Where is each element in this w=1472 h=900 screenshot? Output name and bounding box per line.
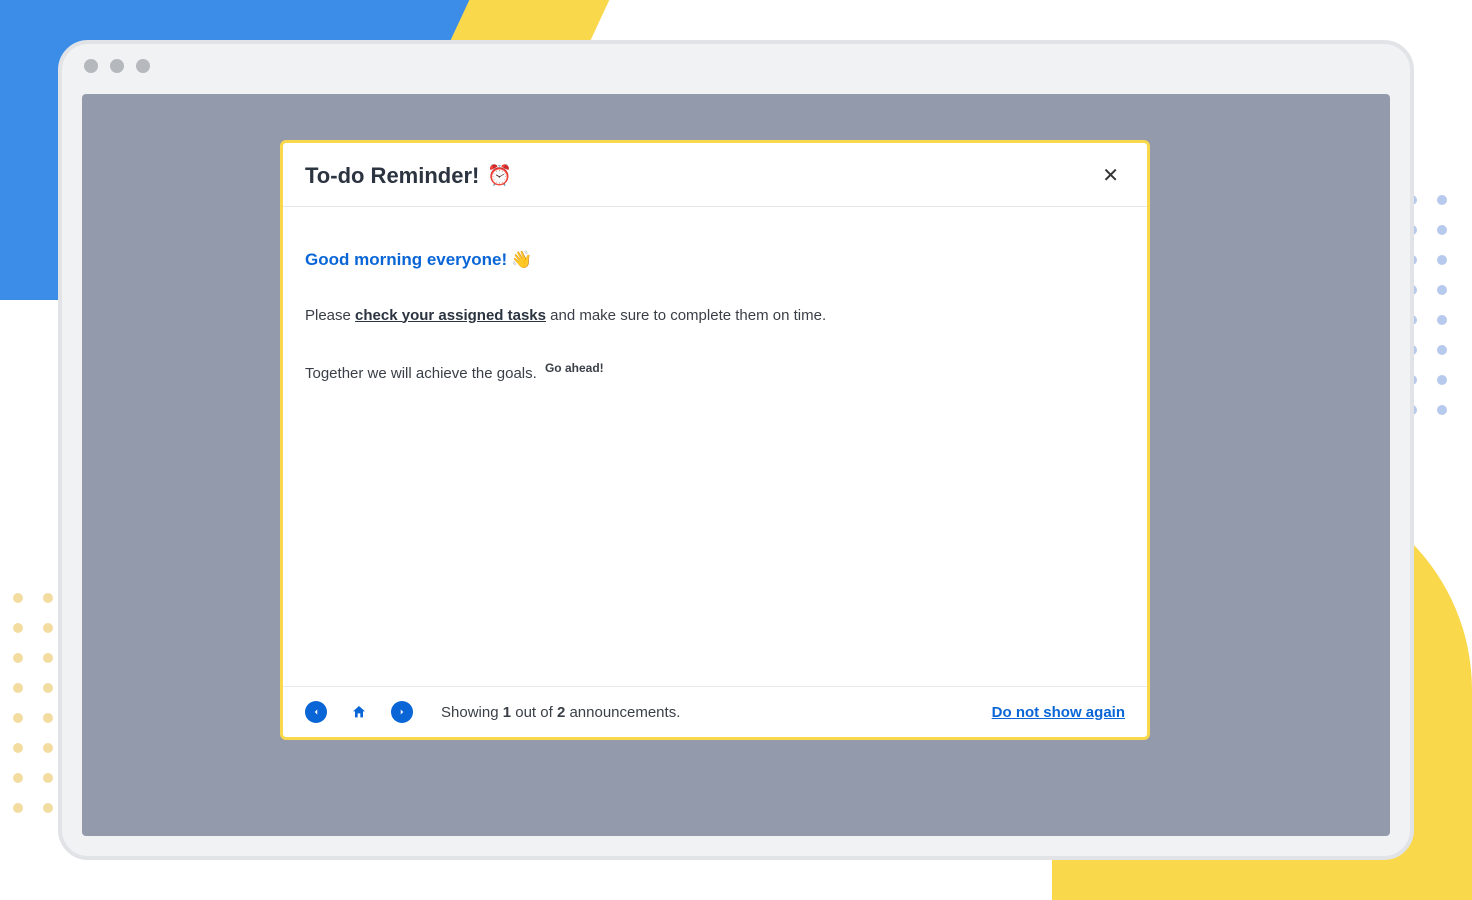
window-dot-icon xyxy=(84,59,98,73)
showing-text: Showing 1 out of 2 announcements. xyxy=(441,704,680,721)
close-button[interactable]: ✕ xyxy=(1096,159,1125,192)
body-line-2: Together we will achieve the goals. Go a… xyxy=(305,359,1125,386)
alarm-clock-icon: ⏰ xyxy=(487,163,512,188)
greeting-text: Good morning everyone! xyxy=(305,247,507,273)
home-button[interactable] xyxy=(345,703,373,721)
showing-current: 1 xyxy=(503,704,511,721)
window-dot-icon xyxy=(136,59,150,73)
assigned-tasks-link[interactable]: check your assigned tasks xyxy=(355,307,546,324)
wave-icon: 👋 xyxy=(511,247,532,273)
window-body: To-do Reminder! ⏰ ✕ Good morning everyon… xyxy=(82,94,1390,836)
home-icon xyxy=(351,704,367,720)
browser-window: To-do Reminder! ⏰ ✕ Good morning everyon… xyxy=(58,40,1414,860)
showing-mid: out of xyxy=(511,704,557,721)
bg-yellow-band xyxy=(451,0,610,40)
arrow-right-icon xyxy=(397,706,407,718)
do-not-show-again-link[interactable]: Do not show again xyxy=(992,704,1125,721)
announcement-modal: To-do Reminder! ⏰ ✕ Good morning everyon… xyxy=(280,140,1150,740)
body-line-1: Please check your assigned tasks and mak… xyxy=(305,305,1125,328)
prev-button[interactable] xyxy=(305,701,327,723)
modal-title-text: To-do Reminder! xyxy=(305,163,479,189)
showing-suffix: announcements. xyxy=(565,704,680,721)
next-button[interactable] xyxy=(391,701,413,723)
modal-content[interactable]: Good morning everyone! 👋 Please check yo… xyxy=(283,207,1147,686)
arrow-left-icon xyxy=(311,706,321,718)
greeting-line: Good morning everyone! 👋 xyxy=(305,247,532,273)
close-icon: ✕ xyxy=(1102,165,1119,187)
body-suffix: and make sure to complete them on time. xyxy=(546,307,826,324)
showing-prefix: Showing xyxy=(441,704,503,721)
go-ahead-tag: Go ahead! xyxy=(545,361,604,375)
window-titlebar xyxy=(62,44,1410,88)
modal-title: To-do Reminder! ⏰ xyxy=(305,163,512,189)
body-prefix: Please xyxy=(305,307,355,324)
line2-prefix: Together we will achieve the goals. xyxy=(305,365,541,382)
modal-header: To-do Reminder! ⏰ ✕ xyxy=(283,143,1147,207)
modal-footer: Showing 1 out of 2 announcements. Do not… xyxy=(283,686,1147,737)
window-dot-icon xyxy=(110,59,124,73)
footer-left: Showing 1 out of 2 announcements. xyxy=(305,701,680,723)
